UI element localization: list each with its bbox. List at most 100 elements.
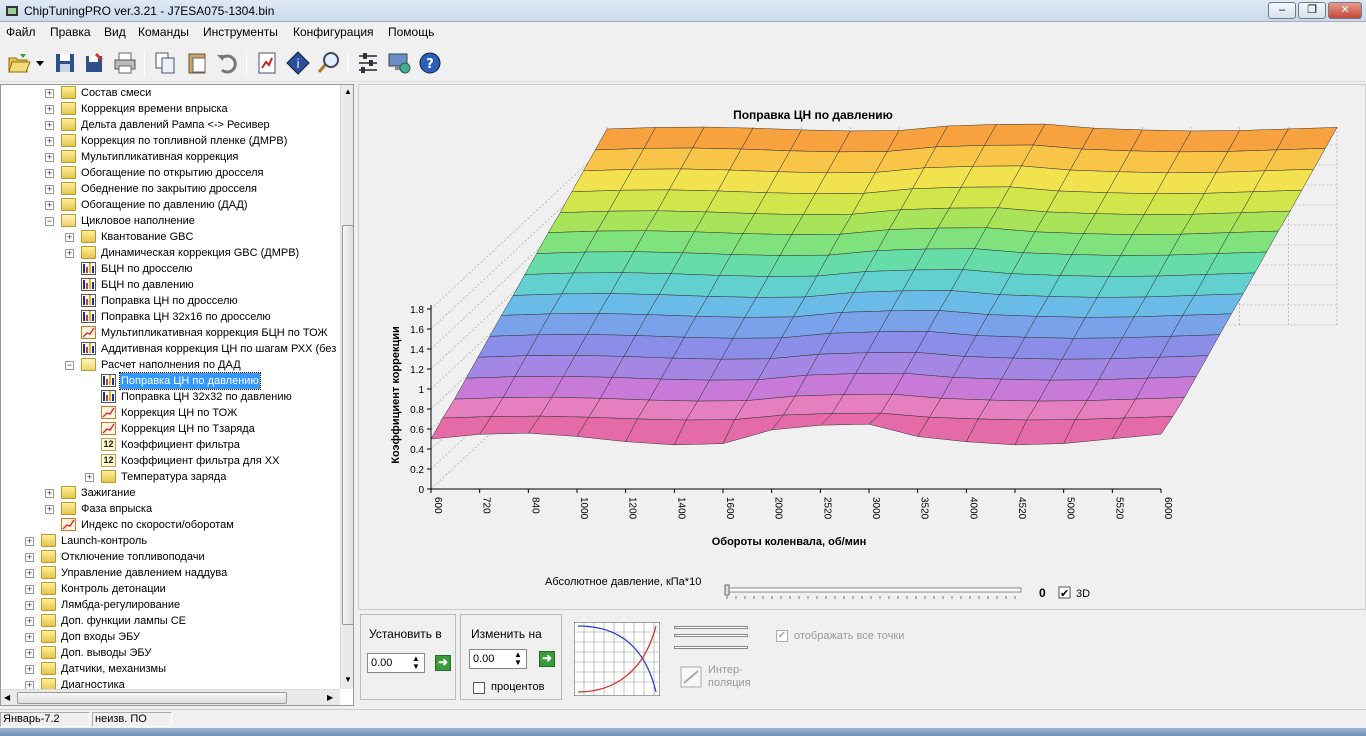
interp-slider-mid[interactable]: [674, 634, 748, 637]
expand-icon[interactable]: +: [45, 185, 54, 194]
tree-item[interactable]: Поправка ЦН 32x16 по дросселю: [1, 309, 340, 325]
tree-item[interactable]: + Коррекция времени впрыска: [1, 101, 340, 117]
expand-icon[interactable]: +: [25, 537, 34, 546]
tree-item[interactable]: + Состав смеси: [1, 85, 340, 101]
copy-icon[interactable]: [152, 50, 178, 76]
expand-icon[interactable]: +: [25, 553, 34, 562]
interpolation-icon[interactable]: [680, 666, 702, 688]
tree-item[interactable]: + Температура заряда: [1, 469, 340, 485]
open-icon[interactable]: [6, 50, 32, 76]
parameter-tree[interactable]: + Состав смеси + Коррекция времени впрыска +…: [0, 84, 354, 706]
pressure-slider[interactable]: [724, 584, 1022, 599]
tree-item[interactable]: + Обогащение по давлению (ДАД): [1, 197, 340, 213]
tree-item[interactable]: − Расчет наполнения по ДАД: [1, 357, 340, 373]
tools-icon[interactable]: [355, 50, 381, 76]
surface-chart[interactable]: Поправка ЦН по давлению 0 0.2 0.4 0.6 0.8 1 1.…: [359, 85, 1365, 609]
save-icon[interactable]: [52, 50, 78, 76]
scroll-up-arrow[interactable]: ▲: [344, 87, 352, 96]
expand-icon[interactable]: +: [45, 201, 54, 210]
scroll-left-arrow[interactable]: ◀: [4, 693, 10, 702]
curve-preview[interactable]: [574, 622, 660, 696]
tree-item[interactable]: + Доп. выводы ЭБУ: [1, 645, 340, 661]
expand-icon[interactable]: +: [85, 473, 94, 482]
tree-item[interactable]: + Динамическая коррекция GBC (ДМРВ): [1, 245, 340, 261]
tree-item[interactable]: Коррекция ЦН по ТОЖ: [1, 405, 340, 421]
help-icon[interactable]: ?: [417, 50, 443, 76]
set-value-input[interactable]: 0.00 ▲ ▼: [367, 653, 425, 673]
expand-icon[interactable]: +: [25, 665, 34, 674]
expand-icon[interactable]: +: [45, 489, 54, 498]
change-value-input[interactable]: 0.00 ▲ ▼: [469, 649, 527, 669]
tree-horizontal-scrollbar[interactable]: ◀ ▶: [1, 689, 340, 705]
show-all-points-checkbox[interactable]: ✔: [776, 630, 788, 642]
expand-icon[interactable]: +: [45, 137, 54, 146]
tree-item[interactable]: + Фаза впрыска: [1, 501, 340, 517]
scroll-thumb-horizontal[interactable]: [17, 692, 287, 704]
interp-slider-low[interactable]: [674, 646, 748, 649]
expand-icon[interactable]: +: [65, 233, 74, 242]
menu-config[interactable]: Конфигурация: [293, 25, 374, 39]
tree-item[interactable]: + Зажигание: [1, 485, 340, 501]
tree-item[interactable]: + Коррекция по топливной пленке (ДМРВ): [1, 133, 340, 149]
tree-item[interactable]: Аддитивная коррекция ЦН по шагам РХХ (бе…: [1, 341, 340, 357]
tree-item[interactable]: Мультипликативная коррекция БЦН по ТОЖ: [1, 325, 340, 341]
menu-commands[interactable]: Команды: [138, 25, 189, 39]
tree-item[interactable]: + Квантование GBC: [1, 229, 340, 245]
expand-icon[interactable]: +: [45, 153, 54, 162]
spin-arrows-icon[interactable]: ▲ ▼: [511, 651, 525, 667]
scroll-right-arrow[interactable]: ▶: [327, 693, 333, 702]
undo-icon[interactable]: [214, 50, 240, 76]
tree-item[interactable]: Поправка ЦН по давлению: [1, 372, 340, 390]
expand-icon[interactable]: +: [45, 505, 54, 514]
expand-icon[interactable]: +: [25, 601, 34, 610]
expand-icon[interactable]: +: [45, 105, 54, 114]
tree-item[interactable]: Поправка ЦН 32x32 по давлению: [1, 389, 340, 405]
tree-item[interactable]: + Датчики, механизмы: [1, 661, 340, 677]
expand-icon[interactable]: +: [25, 585, 34, 594]
tree-item[interactable]: Индекс по скорости/оборотам: [1, 517, 340, 533]
expand-icon[interactable]: +: [45, 169, 54, 178]
paste-icon[interactable]: [184, 50, 210, 76]
tree-item[interactable]: 12 Коэффициент фильтра: [1, 437, 340, 453]
info-icon[interactable]: i: [285, 50, 311, 76]
apply-change-button[interactable]: ➜: [539, 651, 555, 667]
tree-item[interactable]: − Цикловое наполнение: [1, 213, 340, 229]
menu-help[interactable]: Помощь: [388, 25, 434, 39]
expand-icon[interactable]: +: [45, 121, 54, 130]
tree-item[interactable]: + Лямбда-регулирование: [1, 597, 340, 613]
tree-item[interactable]: + Управление давлением наддува: [1, 565, 340, 581]
dropdown-arrow-icon[interactable]: [34, 50, 46, 76]
expand-icon[interactable]: +: [25, 649, 34, 658]
tree-item[interactable]: + Мультипликативная коррекция: [1, 149, 340, 165]
tree-item[interactable]: + Обогащение по открытию дросселя: [1, 165, 340, 181]
menu-view[interactable]: Вид: [104, 25, 126, 39]
tree-item[interactable]: + Отключение топливоподачи: [1, 549, 340, 565]
apply-set-button[interactable]: ➜: [435, 655, 451, 671]
tree-item[interactable]: + Доп входы ЭБУ: [1, 629, 340, 645]
tree-item[interactable]: БЦН по дросселю: [1, 261, 340, 277]
menu-edit[interactable]: Правка: [50, 25, 91, 39]
scroll-thumb[interactable]: [342, 225, 353, 625]
minimize-button[interactable]: –: [1268, 2, 1296, 19]
expand-icon[interactable]: +: [25, 633, 34, 642]
scroll-down-arrow[interactable]: ▼: [344, 675, 352, 684]
expand-icon[interactable]: +: [25, 569, 34, 578]
collapse-icon[interactable]: −: [65, 361, 74, 370]
expand-icon[interactable]: +: [45, 89, 54, 98]
tree-vertical-scrollbar[interactable]: ▲ ▼: [340, 85, 353, 689]
print-icon[interactable]: [112, 50, 138, 76]
expand-icon[interactable]: +: [65, 249, 74, 258]
tree-item[interactable]: + Обеднение по закрытию дросселя: [1, 181, 340, 197]
tree-item[interactable]: + Доп. функции лампы CE: [1, 613, 340, 629]
compare-icon[interactable]: [254, 50, 280, 76]
tree-item[interactable]: + Дельта давлений Рампа <-> Ресивер: [1, 117, 340, 133]
percent-checkbox[interactable]: [473, 682, 485, 694]
tree-item[interactable]: + Launch-контроль: [1, 533, 340, 549]
tree-item[interactable]: 12 Коэффициент фильтра для ХХ: [1, 453, 340, 469]
spin-arrows-icon[interactable]: ▲ ▼: [409, 655, 423, 671]
collapse-icon[interactable]: −: [45, 217, 54, 226]
tree-item[interactable]: Поправка ЦН по дросселю: [1, 293, 340, 309]
interp-slider-top[interactable]: [674, 626, 748, 629]
search-icon[interactable]: [316, 50, 342, 76]
tree-item[interactable]: + Контроль детонации: [1, 581, 340, 597]
